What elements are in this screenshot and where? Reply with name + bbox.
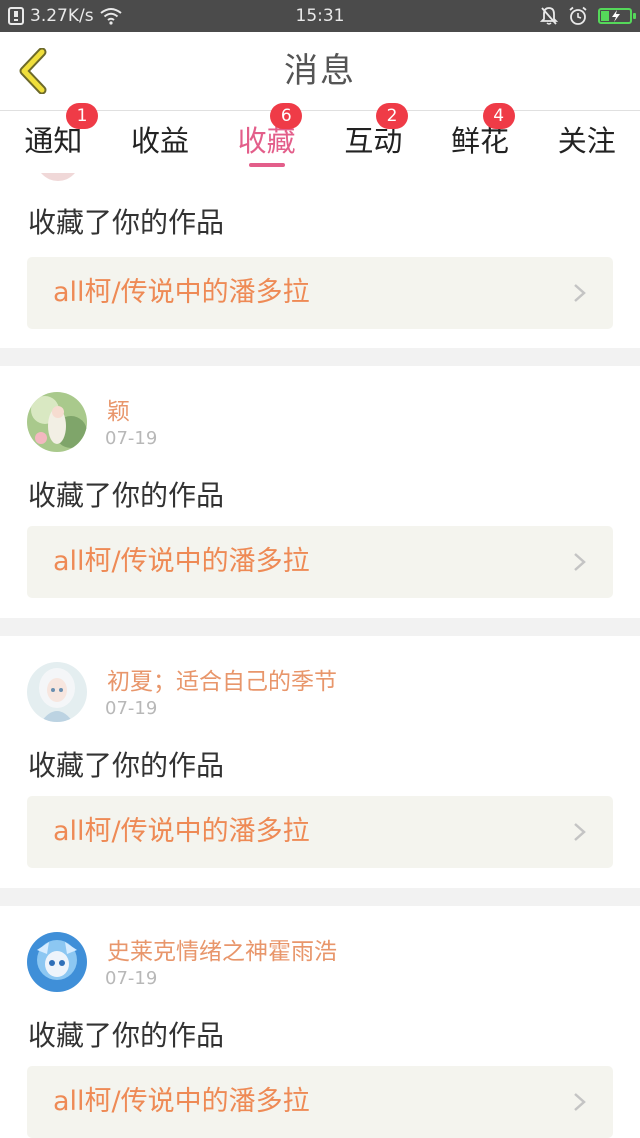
- list-item: 史莱克情绪之神霍雨浩 07-19 收藏了你的作品 all柯/传说中的潘多拉: [0, 906, 640, 1138]
- page-title: 消息: [284, 51, 356, 91]
- status-bar: 3.27K/s 15:31: [0, 0, 640, 32]
- work-link[interactable]: all柯/传说中的潘多拉: [27, 257, 613, 329]
- chevron-right-icon: [574, 1093, 586, 1111]
- tab-badge: 4: [482, 103, 515, 129]
- action-text: 收藏了你的作品: [28, 1019, 225, 1052]
- tab-following[interactable]: 关注: [533, 111, 640, 173]
- notification-list[interactable]: 收藏了你的作品 all柯/传说中的潘多拉 颖 07-19 收藏了你的作品 all…: [0, 173, 640, 1138]
- username[interactable]: 颖: [107, 392, 130, 426]
- work-link[interactable]: all柯/传说中的潘多拉: [27, 526, 613, 598]
- alarm-icon: [568, 6, 588, 26]
- tab-label: 鲜花: [451, 124, 510, 158]
- username[interactable]: 史莱克情绪之神霍雨浩: [107, 932, 337, 966]
- tab-label: 收藏: [237, 124, 296, 158]
- tab-badge: 6: [270, 103, 303, 129]
- tab-earnings[interactable]: 收益: [107, 111, 214, 173]
- list-item: 颖 07-19 收藏了你的作品 all柯/传说中的潘多拉: [0, 366, 640, 618]
- mute-bell-icon: [540, 6, 558, 26]
- tab-interactions[interactable]: 互动 2: [320, 103, 427, 173]
- avatar[interactable]: [27, 932, 87, 992]
- work-title: all柯/传说中的潘多拉: [53, 816, 310, 847]
- date: 07-19: [105, 428, 158, 449]
- work-title: all柯/传说中的潘多拉: [53, 1086, 310, 1117]
- list-item: 初夏；适合自己的季节 07-19 收藏了你的作品 all柯/传说中的潘多拉: [0, 636, 640, 888]
- chevron-right-icon: [574, 553, 586, 571]
- chevron-right-icon: [574, 823, 586, 841]
- work-title: all柯/传说中的潘多拉: [53, 546, 310, 577]
- tab-label: 收益: [131, 124, 190, 158]
- header-bar: 消息: [0, 32, 640, 111]
- avatar: [36, 173, 80, 181]
- date: 07-19: [105, 698, 158, 719]
- action-text: 收藏了你的作品: [28, 749, 225, 782]
- tab-badge: 2: [376, 103, 409, 129]
- tab-favorites[interactable]: 收藏 6: [213, 103, 320, 173]
- tab-notifications[interactable]: 通知 1: [0, 103, 107, 173]
- tab-badge: 1: [66, 103, 98, 129]
- work-title: all柯/传说中的潘多拉: [53, 277, 310, 308]
- status-right: [540, 0, 636, 32]
- action-text: 收藏了你的作品: [28, 479, 225, 512]
- chevron-right-icon: [574, 284, 586, 302]
- tab-flowers[interactable]: 鲜花 4: [427, 103, 534, 173]
- tab-label: 互动: [344, 124, 403, 158]
- list-item: 收藏了你的作品 all柯/传说中的潘多拉: [0, 173, 640, 348]
- work-link[interactable]: all柯/传说中的潘多拉: [27, 796, 613, 868]
- action-text: 收藏了你的作品: [28, 206, 225, 239]
- tab-label: 通知: [24, 124, 83, 158]
- battery-icon: [598, 8, 636, 24]
- username[interactable]: 初夏；适合自己的季节: [107, 662, 337, 696]
- avatar[interactable]: [27, 662, 87, 722]
- avatar[interactable]: [27, 392, 87, 452]
- date: 07-19: [105, 968, 158, 989]
- battery-fill: [601, 11, 609, 21]
- tab-underline: [248, 163, 285, 167]
- work-link[interactable]: all柯/传说中的潘多拉: [27, 1066, 613, 1138]
- tab-label: 关注: [557, 124, 616, 158]
- tab-bar: 通知 1 收益 收藏 6 互动 2 鲜花 4 关注: [0, 103, 640, 173]
